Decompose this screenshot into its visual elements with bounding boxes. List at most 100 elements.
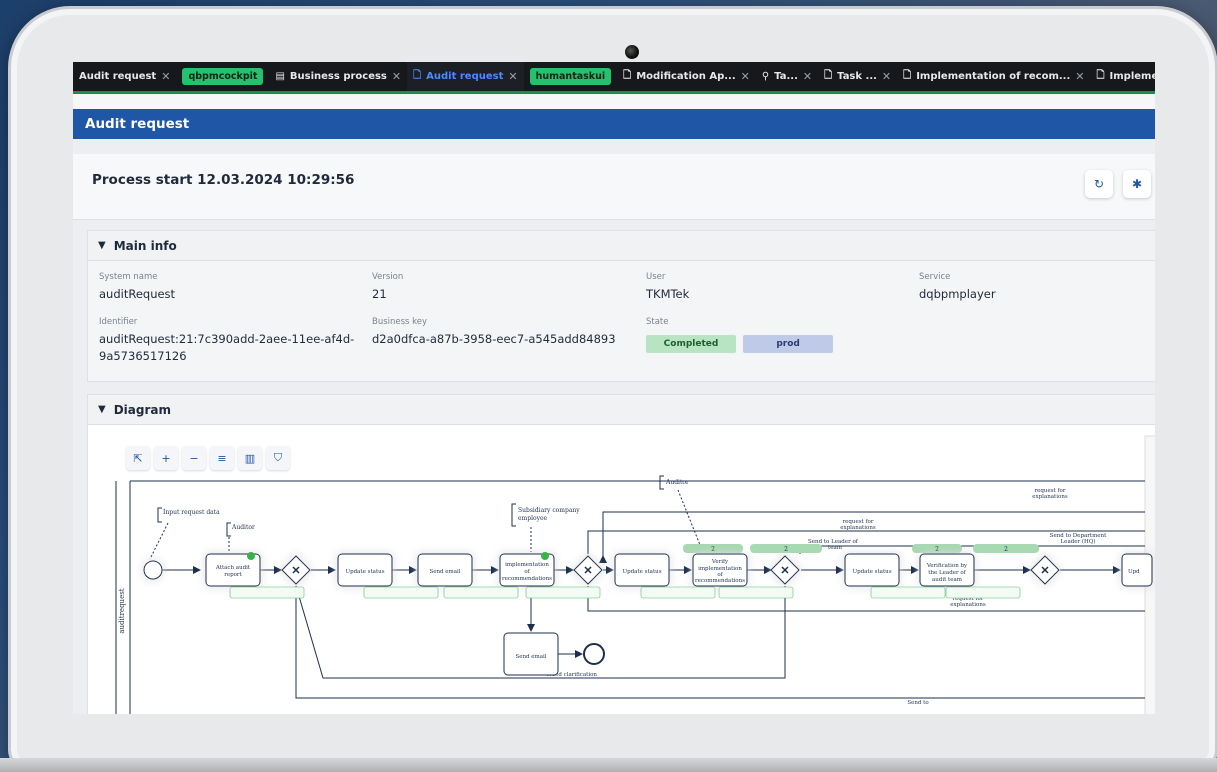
refresh-icon: ↻ xyxy=(1093,177,1105,191)
tab-task[interactable]: 🗋 Task ... ✕ xyxy=(818,62,897,91)
tab-business-process[interactable]: ▤ Business process ✕ xyxy=(269,62,407,91)
field-label: Identifier xyxy=(99,317,138,327)
svg-text:✕: ✕ xyxy=(291,564,300,577)
bpmn-diagram: auditrequest Input request data Auditor … xyxy=(115,435,1155,714)
tab-label: Audit request xyxy=(426,71,504,82)
annotation-text: Auditor xyxy=(231,524,255,531)
flow-label: explanations xyxy=(950,602,986,608)
section-title: Main info xyxy=(113,238,177,253)
task-label: Verification by xyxy=(926,563,968,569)
field-label: Service xyxy=(919,272,951,282)
field-value: 21 xyxy=(372,287,387,301)
count-badge: 2 xyxy=(1004,546,1008,553)
refresh-button[interactable]: ↻ xyxy=(1085,170,1113,198)
user-field: User TKMTek xyxy=(646,272,689,303)
diagram-header[interactable]: ▼ Diagram xyxy=(88,395,1155,425)
tab-implementation-1[interactable]: 🗋 Implementation of recom... ✕ xyxy=(897,62,1090,91)
tab-label: Modification Ap... xyxy=(636,71,736,82)
annotation-text: Subsidiary company xyxy=(518,507,580,514)
document-icon: 🗋 xyxy=(824,70,833,81)
close-icon[interactable]: ✕ xyxy=(803,70,812,83)
task-label: the Leader of xyxy=(928,570,966,576)
tab-label: Ta... xyxy=(774,71,798,82)
tab-audit-request-active[interactable]: 🗋 Audit request ✕ xyxy=(407,62,524,91)
task-label: Upd xyxy=(1128,569,1140,575)
task-label: Send email xyxy=(429,569,460,575)
tab-bar: Audit request ✕ qbpmcockpit ▤ Business p… xyxy=(73,62,1155,94)
document-icon: 🗋 xyxy=(413,70,422,81)
field-value: dqbpmplayer xyxy=(919,287,996,301)
annotation-text: Auditor xyxy=(665,479,689,486)
task-label: recommendations xyxy=(502,576,552,582)
field-value: d2a0dfca-a87b-3958-eec7-a545add84893 xyxy=(372,332,616,346)
field-label: State xyxy=(646,317,669,327)
bug-icon: ✱ xyxy=(1131,177,1143,191)
diagram-section: ▼ Diagram ⇱ + − ≡ ▥ ⛉ auditrequest Input… xyxy=(87,394,1155,714)
main-info-header[interactable]: ▼ Main info xyxy=(88,231,1155,261)
tab-label: Business process xyxy=(289,71,387,82)
flow-label: Leader (HQ) xyxy=(1061,538,1096,545)
task-label: report xyxy=(224,572,242,578)
process-title: Process start 12.03.2024 10:29:56 xyxy=(92,172,355,188)
flow-label: explanations xyxy=(1032,494,1068,500)
count-badge: 2 xyxy=(784,546,788,553)
task-label: implementation xyxy=(505,562,549,568)
document-icon: 🗋 xyxy=(1096,70,1105,81)
main-info-section: ▼ Main info System name auditRequest Ver… xyxy=(87,230,1155,382)
field-value: auditRequest:21:7c390add-2aee-11ee-af4d- xyxy=(99,332,355,346)
field-value: TKMTek xyxy=(646,287,690,301)
service-field: Service dqbpmplayer xyxy=(919,272,996,303)
page-header: Audit request xyxy=(73,109,1155,139)
tab-label: Implementation of reco xyxy=(1109,71,1155,82)
app-icon: ▤ xyxy=(275,71,285,82)
task-label: Update status xyxy=(345,569,384,575)
system-name-field: System name auditRequest xyxy=(99,272,175,303)
document-icon: 🗋 xyxy=(903,70,912,81)
status-badge: Completed xyxy=(646,335,736,353)
count-badge: 2 xyxy=(711,546,715,553)
close-icon[interactable]: ✕ xyxy=(1075,70,1084,83)
close-icon[interactable]: ✕ xyxy=(508,70,517,83)
field-value: auditRequest xyxy=(99,287,176,301)
tab-label: Audit request xyxy=(79,71,157,82)
field-label: Version xyxy=(372,272,404,282)
business-key-field: Business key d2a0dfca-a87b-3958-eec7-a54… xyxy=(372,317,616,348)
app-badge: humantaskui xyxy=(529,68,612,85)
lane-label: auditrequest xyxy=(118,588,126,633)
close-icon[interactable]: ✕ xyxy=(392,70,401,83)
end-event[interactable] xyxy=(583,643,605,665)
field-label: System name xyxy=(99,272,158,282)
diagram-canvas[interactable]: ⇱ + − ≡ ▥ ⛉ auditrequest Input request d… xyxy=(88,426,1155,714)
flow-label: Send to xyxy=(907,700,929,706)
laptop-base xyxy=(0,758,1217,772)
start-event[interactable] xyxy=(143,560,163,580)
tab-audit-request-1[interactable]: Audit request ✕ xyxy=(73,62,176,91)
task-label: Send email xyxy=(515,654,546,660)
app-badge: qbpmcockpit xyxy=(182,68,264,85)
tab-implementation-2[interactable]: 🗋 Implementation of reco xyxy=(1090,62,1155,91)
tab-modification[interactable]: 🗋 Modification Ap... ✕ xyxy=(617,62,756,91)
tab-label: Implementation of recom... xyxy=(916,71,1071,82)
section-title: Diagram xyxy=(113,402,171,417)
tab-qbpmcockpit[interactable]: qbpmcockpit xyxy=(176,62,269,91)
svg-text:✕: ✕ xyxy=(583,564,592,577)
sub-bar xyxy=(73,94,1155,109)
tab-label: Task ... xyxy=(837,71,877,82)
task-label: of xyxy=(524,569,530,575)
environment-badge: prod xyxy=(743,335,834,353)
close-icon[interactable]: ✕ xyxy=(161,70,170,83)
close-icon[interactable]: ✕ xyxy=(882,70,891,83)
task-label: recommendations xyxy=(695,578,745,584)
camera-icon xyxy=(625,45,639,59)
version-field: Version 21 xyxy=(372,272,403,303)
process-card: Process start 12.03.2024 10:29:56 ↻ ✱ xyxy=(73,154,1155,220)
state-field: State Completed prod xyxy=(646,317,835,353)
svg-text:✕: ✕ xyxy=(1040,564,1049,577)
close-icon[interactable]: ✕ xyxy=(741,70,750,83)
annotation-text: employee xyxy=(518,515,548,522)
tab-humantaskui[interactable]: humantaskui xyxy=(524,62,618,91)
flow-label: explanations xyxy=(840,525,876,531)
tab-ta[interactable]: ⚲ Ta... ✕ xyxy=(756,62,818,91)
field-value: 9a5736517126 xyxy=(99,349,187,363)
debug-button[interactable]: ✱ xyxy=(1123,170,1151,198)
